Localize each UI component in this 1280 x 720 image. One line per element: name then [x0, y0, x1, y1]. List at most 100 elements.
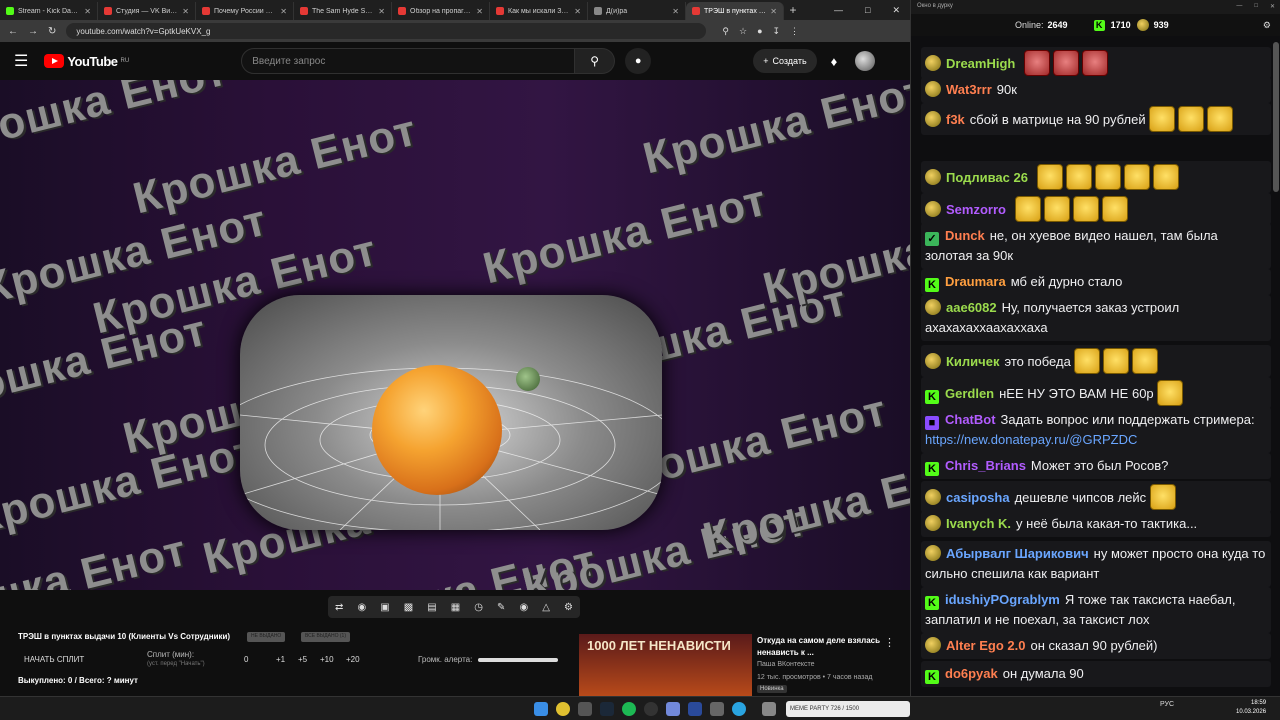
reload-icon[interactable]: ↻ — [48, 26, 56, 37]
browser-tab[interactable]: The Sam Hyde Show: E ✕ — [294, 2, 392, 20]
status-chip-all-issued[interactable]: ВСЕ ВЫДАНО (1) — [301, 632, 350, 642]
search-button[interactable]: ⚲ — [575, 48, 616, 74]
split-add-1[interactable]: +1 — [276, 655, 285, 664]
app-icon-2[interactable] — [710, 702, 724, 716]
chat-nick[interactable]: Draumara — [945, 274, 1006, 289]
chat-nick[interactable]: Ivanych K. — [946, 516, 1011, 531]
avatar[interactable] — [855, 51, 876, 71]
chat-scrollbar[interactable] — [1273, 42, 1279, 192]
chat-nick[interactable]: f3k — [946, 112, 965, 127]
chat-nick[interactable]: Gerdlen — [945, 386, 994, 401]
screen-icon[interactable]: ▣ — [380, 602, 389, 613]
close-icon[interactable]: ✕ — [1270, 3, 1275, 11]
more-options-icon[interactable]: ⋮ — [884, 636, 895, 649]
obs-icon[interactable] — [644, 702, 658, 716]
split-add-5[interactable]: +5 — [298, 655, 307, 664]
chat-nick[interactable]: Chris_Brians — [945, 458, 1026, 473]
notifications-bell-icon[interactable]: ♦ — [831, 54, 838, 69]
chat-nick[interactable]: aae6082 — [946, 300, 997, 315]
minimize-icon[interactable]: — — [834, 5, 843, 16]
voice-search-button[interactable]: ● — [625, 48, 652, 74]
app-icon[interactable] — [688, 702, 702, 716]
chat-nick[interactable]: Wat3rrr — [946, 82, 992, 97]
film-icon[interactable]: ▦ — [451, 602, 460, 613]
chat-nick[interactable]: idushiyPOgrablym — [945, 592, 1060, 607]
download-icon[interactable]: ↧ — [773, 26, 781, 37]
clapper-icon[interactable]: ▩ — [404, 602, 413, 613]
create-button[interactable]: + Создать — [753, 49, 817, 73]
tab-close-icon[interactable]: ✕ — [672, 7, 679, 16]
chat-nick[interactable]: do6pyak — [945, 666, 998, 681]
split-add-20[interactable]: +20 — [346, 655, 360, 664]
url-field[interactable]: youtube.com/watch?v=GptkUeKVX_g — [66, 23, 707, 39]
recommended-channel[interactable]: Паша ВКонтексте — [757, 661, 815, 668]
settings-icon[interactable]: ⚙ — [1263, 20, 1271, 31]
hamburger-menu-icon[interactable]: ☰ — [14, 51, 28, 71]
close-icon[interactable]: ✕ — [892, 5, 900, 16]
browser-tab[interactable]: Как мы искали ЗОЛОТ ✕ — [490, 2, 588, 20]
browser-tab[interactable]: ТРЭШ в пунктах выдачи ✕ — [686, 2, 784, 20]
tab-close-icon[interactable]: ✕ — [84, 7, 91, 16]
chat-nick[interactable]: Киличек — [946, 354, 999, 369]
tab-close-icon[interactable]: ✕ — [280, 7, 287, 16]
spotify-icon[interactable] — [622, 702, 636, 716]
chat-nick[interactable]: ChatBot — [945, 412, 996, 427]
tab-close-icon[interactable]: ✕ — [476, 7, 483, 16]
start-icon[interactable] — [534, 702, 548, 716]
search-input[interactable] — [241, 48, 576, 74]
star-icon[interactable]: ☆ — [739, 26, 747, 37]
split-add-10[interactable]: +10 — [320, 655, 334, 664]
split-value-0[interactable]: 0 — [244, 655, 248, 664]
chat-nick[interactable]: casiposha — [946, 490, 1010, 505]
tab-close-icon[interactable]: ✕ — [378, 7, 385, 16]
tab-close-icon[interactable]: ✕ — [574, 7, 581, 16]
forward-icon[interactable]: → — [28, 26, 38, 37]
discord-icon[interactable] — [666, 702, 680, 716]
chat-link[interactable]: https://new.donatepay.ru/@GRPZDC — [925, 432, 1137, 447]
chat-nick[interactable]: DreamHigh — [946, 56, 1015, 71]
gear-icon[interactable]: ⚙ — [564, 602, 573, 613]
maximize-icon[interactable]: □ — [1254, 3, 1258, 11]
browser-tab[interactable]: Stream - Kick Dashboard ✕ — [0, 2, 98, 20]
browser-tab[interactable]: Почему России не дали ✕ — [196, 2, 294, 20]
minimize-icon[interactable]: — — [1236, 3, 1242, 11]
edit-icon[interactable]: ✎ — [497, 602, 505, 613]
browser-tab[interactable]: Д(и)ра ✕ — [588, 2, 686, 20]
speed-icon[interactable]: ◷ — [474, 602, 483, 613]
telegram-icon[interactable] — [732, 702, 746, 716]
broadcast-icon[interactable]: ◉ — [357, 602, 366, 613]
video-player[interactable]: Крошка Енот Крошка Енот Крошка Енот Крошка … — [0, 80, 910, 590]
system-clock[interactable]: 18:59 10.03.2026 — [1236, 699, 1266, 717]
menu-icon[interactable]: ⋮ — [790, 26, 799, 37]
chat-nick[interactable]: Подливас 26 — [946, 170, 1028, 185]
camera-icon[interactable]: ◉ — [519, 602, 528, 613]
new-tab-button[interactable]: + — [784, 3, 802, 17]
youtube-logo[interactable]: YouTube RU — [44, 54, 129, 69]
repeat-icon[interactable]: ⇄ — [335, 602, 343, 613]
language-indicator[interactable]: РУС — [1160, 701, 1174, 708]
zoom-icon[interactable]: ⚲ — [722, 26, 729, 37]
chat-nick[interactable]: Semzorro — [946, 202, 1006, 217]
status-chip-not-issued[interactable]: НЕ ВЫДАНО — [247, 632, 286, 642]
extension-icon[interactable]: ● — [757, 26, 762, 37]
meme-party-widget[interactable]: MEME PARTY 726 / 1500 — [786, 701, 910, 717]
browser-tab[interactable]: Студия — VK Видео Live✕ — [98, 2, 196, 20]
app-icon-3[interactable] — [762, 702, 776, 716]
chat-nick[interactable]: Абырвалг Шарикович — [946, 546, 1089, 561]
explorer-icon[interactable] — [578, 702, 592, 716]
alert-volume-slider[interactable] — [478, 658, 558, 662]
recommended-thumbnail[interactable]: 1000 ЛЕТ НЕНАВИСТИ — [579, 634, 752, 696]
chrome-icon[interactable] — [556, 702, 570, 716]
recommended-title[interactable]: Откуда на самом деле взялась ненависть к… — [757, 635, 882, 659]
steam-icon[interactable] — [600, 702, 614, 716]
flask-icon[interactable]: △ — [542, 602, 550, 613]
chat-nick[interactable]: Alter Ego 2.0 — [946, 638, 1025, 653]
tab-close-icon[interactable]: ✕ — [182, 7, 189, 16]
browser-tab[interactable]: Обзор на пропаганду ✕ — [392, 2, 490, 20]
start-split-button[interactable]: НАЧАТЬ СПЛИТ — [24, 655, 84, 664]
pip-icon[interactable]: ▤ — [427, 602, 436, 613]
maximize-icon[interactable]: □ — [865, 5, 870, 16]
back-icon[interactable]: ← — [8, 26, 18, 37]
chat-nick[interactable]: Dunck — [945, 228, 985, 243]
tab-close-icon[interactable]: ✕ — [770, 7, 777, 16]
